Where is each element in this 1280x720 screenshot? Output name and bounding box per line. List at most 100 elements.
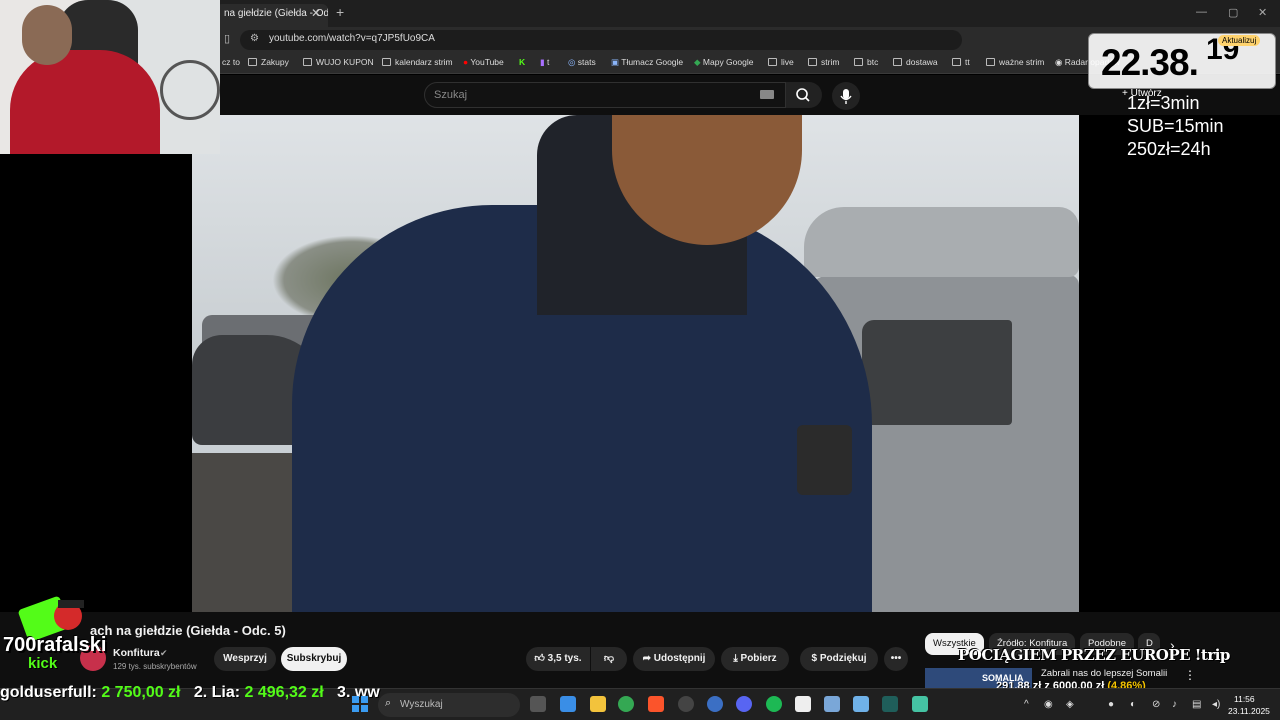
app-icon[interactable] [795, 696, 811, 712]
voice-search-button[interactable] [832, 82, 860, 110]
folder-icon [893, 58, 902, 66]
folder-icon [768, 58, 777, 66]
bookmark-item[interactable]: dostawa [893, 57, 938, 67]
folder-icon [808, 58, 817, 66]
twitch-icon: ▮ [540, 57, 548, 67]
search-icon [796, 88, 810, 102]
tab-close-icon[interactable]: ✕ [311, 6, 321, 20]
thumbs-up-icon: 👍︎ [534, 653, 548, 664]
microphone-icon[interactable]: ♪ [1172, 699, 1177, 710]
app-icon[interactable] [882, 696, 898, 712]
microphone-icon [840, 89, 852, 104]
bookmark-item[interactable]: ◆ Mapy Google [694, 57, 753, 68]
folder-icon [248, 58, 257, 66]
recommended-menu-icon[interactable]: ⋮ [1184, 668, 1196, 682]
search-input[interactable] [424, 82, 786, 108]
close-window-button[interactable]: ✕ [1258, 6, 1267, 19]
minimize-button[interactable]: — [1196, 6, 1207, 18]
tray-icon[interactable]: ⊘ [1152, 699, 1160, 710]
facecam-bicycle-wheel [160, 60, 220, 120]
obs-icon[interactable] [678, 696, 694, 712]
translate-icon: ▣ [611, 57, 622, 67]
chrome-icon[interactable] [618, 696, 634, 712]
bookmark-item[interactable]: ▣ Tłumacz Google [611, 57, 683, 68]
brave-icon[interactable] [648, 696, 664, 712]
folder-icon [854, 58, 863, 66]
new-tab-button[interactable]: + [336, 4, 344, 20]
file-explorer-icon[interactable] [590, 696, 606, 712]
video-title: ach na giełdzie (Giełda - Odc. 5) [90, 623, 286, 638]
like-count: 3,5 tys. [547, 653, 582, 664]
download-button[interactable]: ⤓ Pobierz [721, 647, 789, 671]
task-view-icon[interactable] [530, 696, 546, 712]
bookmark-item[interactable]: kalendarz strim [382, 57, 453, 67]
bookmark-item[interactable]: live [768, 57, 794, 67]
tray-icon[interactable]: ◉ [1044, 699, 1053, 710]
bookmark-item[interactable]: K [519, 57, 525, 67]
share-icon: ➦ [642, 653, 654, 664]
app-icon[interactable] [853, 696, 869, 712]
clock-time: 22.38. [1101, 42, 1199, 83]
recommended-title[interactable]: Zabrali nas do lepszej Somalii [1041, 668, 1167, 679]
bookmark-item[interactable]: ● YouTube [463, 57, 504, 67]
bookmark-item[interactable]: ◎ stats [568, 57, 596, 68]
keyboard-icon[interactable] [760, 90, 774, 99]
windows-start-icon[interactable] [352, 696, 368, 712]
taskbar-date[interactable]: 23.11.2025 [1228, 706, 1270, 716]
donor-amount: 2 496,32 zł [244, 684, 324, 701]
bookmark-item[interactable]: ▮ t [540, 57, 549, 68]
app-icon[interactable] [912, 696, 928, 712]
dislike-button[interactable]: 👎︎ [591, 647, 627, 671]
app-icon[interactable] [707, 696, 723, 712]
bookmark-item[interactable]: cz to [222, 57, 240, 67]
donor-name: 2. Lia: [193, 684, 245, 701]
discord-icon[interactable] [736, 696, 752, 712]
url-text[interactable]: youtube.com/watch?v=q7JP5fUo9CA [269, 33, 435, 44]
bookmark-item[interactable]: tt [952, 57, 970, 67]
channel-name[interactable]: Konfitura [113, 647, 160, 659]
spotify-icon[interactable] [766, 696, 782, 712]
donor-ticker: golduserfull: 2 750,00 zł 2. Lia: 2 496,… [0, 684, 380, 704]
notepad-icon[interactable] [824, 696, 840, 712]
rate-line: 250zł=24h [1127, 139, 1211, 159]
subscriber-count: 129 tys. subskrybentów [113, 662, 197, 671]
like-button[interactable]: 👍︎ 3,5 tys. [526, 647, 590, 671]
network-icon[interactable]: ▤ [1192, 699, 1201, 710]
folder-icon [986, 58, 995, 66]
stats-icon: ◎ [568, 57, 578, 67]
maximize-button[interactable]: ▢ [1228, 6, 1238, 19]
video-roof-box [804, 207, 1079, 277]
tray-overflow-icon[interactable]: ^ [1024, 699, 1029, 710]
video-player[interactable] [192, 115, 1079, 612]
maps-icon: ◆ [694, 57, 703, 67]
bookmark-item[interactable]: strim [808, 57, 839, 67]
logo-kick: kick [28, 655, 58, 672]
thanks-icon: $ [811, 653, 820, 664]
bookmark-item[interactable]: Zakupy [248, 57, 289, 67]
support-button[interactable]: Wesprzyj [214, 647, 276, 671]
bookmark-item[interactable]: btc [854, 57, 878, 67]
taskbar-search-placeholder: Wyszukaj [400, 699, 443, 710]
tray-icon[interactable]: ◈ [1066, 699, 1074, 710]
bookmark-item[interactable]: WUJO KUPON [303, 57, 374, 67]
subscribe-button[interactable]: Subskrybuj [281, 647, 347, 671]
bookmark-page-icon[interactable]: ▯ [224, 32, 230, 45]
share-label: Udostępnij [653, 653, 706, 664]
video-body-camera [797, 425, 852, 495]
share-button[interactable]: ➦ Udostępnij [633, 647, 715, 671]
rate-line: 1zł=3min [1127, 93, 1200, 113]
site-settings-icon[interactable]: ⚙ [250, 33, 259, 44]
folder-icon [303, 58, 312, 66]
search-button[interactable] [786, 82, 822, 108]
bookmark-item[interactable]: ważne strim [986, 57, 1044, 67]
browser-update-button[interactable]: Aktualizuj [1218, 35, 1261, 46]
thanks-button[interactable]: $ Podziękuj [800, 647, 878, 671]
tray-icon[interactable]: ● [1108, 699, 1114, 710]
search-placeholder: Szukaj [434, 89, 468, 101]
widgets-icon[interactable] [560, 696, 576, 712]
taskbar-time[interactable]: 11:56 [1234, 694, 1255, 704]
donor-name: golduserfull: [0, 684, 102, 701]
volume-icon[interactable]: ◂) [1212, 699, 1220, 710]
tray-icon[interactable]: ◐ [1130, 699, 1136, 710]
more-actions-button[interactable]: ••• [884, 647, 908, 671]
